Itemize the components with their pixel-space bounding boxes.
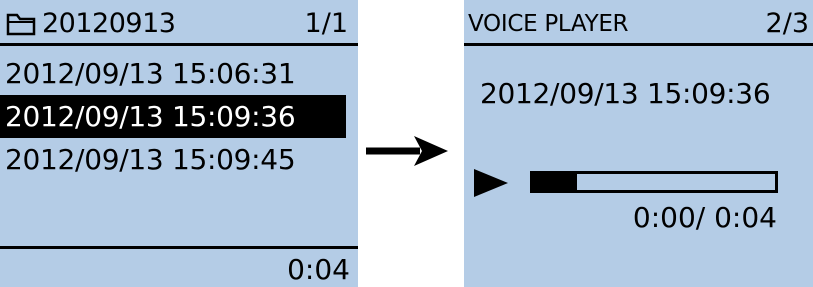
time-separator: / bbox=[695, 201, 715, 234]
play-icon[interactable] bbox=[474, 169, 508, 197]
playback-progress-bar[interactable] bbox=[530, 171, 778, 193]
folder-header: 20120913 1/1 bbox=[0, 0, 358, 46]
folder-name: 20120913 bbox=[42, 8, 176, 39]
folder-footer: 0:04 bbox=[0, 246, 358, 287]
playback-progress-fill bbox=[533, 174, 577, 190]
folder-icon bbox=[6, 13, 36, 36]
total-time: 0:04 bbox=[714, 201, 777, 234]
screen-title: VOICE PLAYER bbox=[468, 11, 629, 37]
selected-file-duration: 0:04 bbox=[287, 253, 350, 286]
file-list-item[interactable]: 2012/09/13 15:06:31 bbox=[0, 52, 358, 95]
playback-time-readout: 0:00/ 0:04 bbox=[633, 200, 777, 236]
recording-timestamp: 2012/09/13 15:09:36 bbox=[480, 77, 771, 110]
file-list-item[interactable]: 2012/09/13 15:09:45 bbox=[0, 138, 358, 181]
file-list-item-selected[interactable]: 2012/09/13 15:09:36 bbox=[0, 95, 346, 138]
page-counter: 2/3 bbox=[765, 8, 809, 39]
voice-player-screen: VOICE PLAYER 2/3 2012/09/13 15:09:36 0:0… bbox=[464, 0, 813, 287]
player-header: VOICE PLAYER 2/3 bbox=[464, 0, 813, 46]
right-arrow-icon bbox=[366, 136, 448, 166]
page-counter: 1/1 bbox=[304, 8, 348, 39]
folder-screen: 20120913 1/1 2012/09/13 15:06:31 2012/09… bbox=[0, 0, 358, 287]
file-list: 2012/09/13 15:06:31 2012/09/13 15:09:36 … bbox=[0, 52, 358, 181]
elapsed-time: 0:00 bbox=[632, 201, 696, 234]
